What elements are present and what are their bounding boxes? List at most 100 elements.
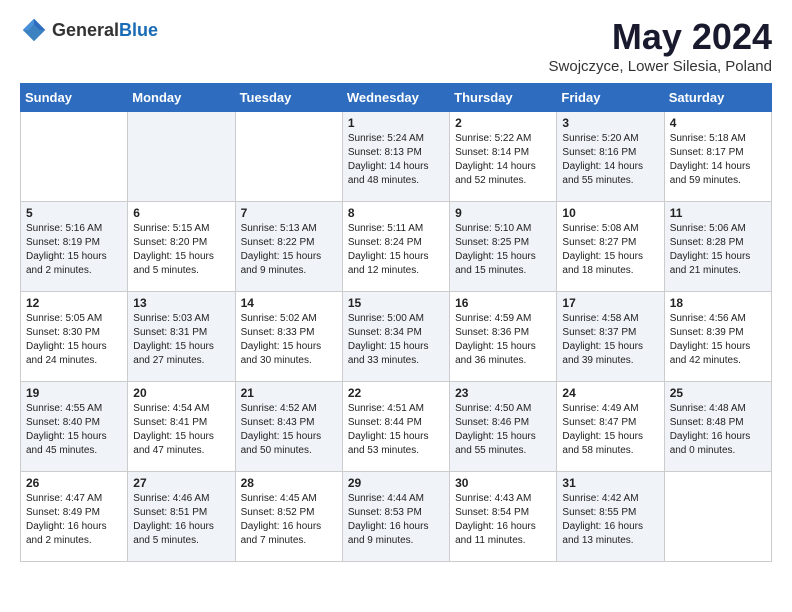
day-cell-3: 3 Sunrise: 5:20 AMSunset: 8:16 PMDaylight… — [557, 112, 664, 202]
day-info: Sunrise: 4:42 AMSunset: 8:55 PMDaylight:… — [562, 492, 658, 548]
col-header-saturday: Saturday — [664, 84, 771, 112]
day-number: 11 — [670, 206, 766, 220]
empty-cell — [235, 112, 342, 202]
daylight-hours: Daylight: 15 hours — [26, 251, 107, 262]
day-number: 18 — [670, 296, 766, 310]
day-info: Sunrise: 4:55 AMSunset: 8:40 PMDaylight:… — [26, 402, 122, 458]
day-number: 7 — [241, 206, 337, 220]
day-cell-24: 24 Sunrise: 4:49 AMSunset: 8:47 PMDayligh… — [557, 382, 664, 472]
col-header-friday: Friday — [557, 84, 664, 112]
day-info: Sunrise: 5:15 AMSunset: 8:20 PMDaylight:… — [133, 222, 229, 278]
day-cell-9: 9Sunrise: 5:10 AMSunset: 8:25 PMDaylight… — [450, 202, 557, 292]
day-info: Sunrise: 5:13 AMSunset: 8:22 PMDaylight:… — [241, 222, 337, 278]
day-number: 28 — [241, 476, 337, 490]
day-cell-23: 23Sunrise: 4:50 AMSunset: 8:46 PMDayligh… — [450, 382, 557, 472]
day-info: Sunrise: 4:49 AMSunset: 8:47 PMDaylight:… — [562, 402, 658, 458]
day-cell-22: 22 Sunrise: 4:51 AMSunset: 8:44 PMDayligh… — [342, 382, 449, 472]
day-cell-30: 30Sunrise: 4:43 AMSunset: 8:54 PMDayligh… — [450, 472, 557, 562]
daylight-hours: Daylight: 16 hours — [26, 521, 107, 532]
logo-general: General — [52, 20, 119, 40]
day-cell-31: 31 Sunrise: 4:42 AMSunset: 8:55 PMDayligh… — [557, 472, 664, 562]
day-cell-17: 17Sunrise: 4:58 AMSunset: 8:37 PMDayligh… — [557, 292, 664, 382]
week-row-3: 12Sunrise: 5:05 AMSunset: 8:30 PMDayligh… — [21, 292, 772, 382]
day-cell-20: 20 Sunrise: 4:54 AMSunset: 8:41 PMDayligh… — [128, 382, 235, 472]
day-number: 15 — [348, 296, 444, 310]
day-info: Sunrise: 5:03 AMSunset: 8:31 PMDaylight:… — [133, 312, 229, 368]
day-cell-7: 7 Sunrise: 5:13 AMSunset: 8:22 PMDaylight… — [235, 202, 342, 292]
daylight-hours: Daylight: 15 hours — [670, 251, 751, 262]
daylight-hours: Daylight: 16 hours — [670, 431, 751, 442]
day-number: 9 — [455, 206, 551, 220]
day-number: 12 — [26, 296, 122, 310]
daylight-hours: Daylight: 14 hours — [455, 161, 536, 172]
daylight-hours: Daylight: 15 hours — [455, 251, 536, 262]
daylight-hours: Daylight: 15 hours — [26, 341, 107, 352]
empty-cell — [21, 112, 128, 202]
day-info: Sunrise: 4:50 AMSunset: 8:46 PMDaylight:… — [455, 402, 551, 458]
daylight-hours: Daylight: 16 hours — [562, 521, 643, 532]
day-cell-19: 19 Sunrise: 4:55 AMSunset: 8:40 PMDayligh… — [21, 382, 128, 472]
day-cell-15: 15 Sunrise: 5:00 AMSunset: 8:34 PMDayligh… — [342, 292, 449, 382]
day-info: Sunrise: 4:54 AMSunset: 8:41 PMDaylight:… — [133, 402, 229, 458]
day-info: Sunrise: 4:52 AMSunset: 8:43 PMDaylight:… — [241, 402, 337, 458]
day-info: Sunrise: 4:51 AMSunset: 8:44 PMDaylight:… — [348, 402, 444, 458]
day-number: 3 — [562, 116, 658, 130]
day-info: Sunrise: 4:44 AMSunset: 8:53 PMDaylight:… — [348, 492, 444, 548]
daylight-hours: Daylight: 15 hours — [348, 251, 429, 262]
day-cell-29: 29 Sunrise: 4:44 AMSunset: 8:53 PMDayligh… — [342, 472, 449, 562]
daylight-hours: Daylight: 15 hours — [562, 431, 643, 442]
day-number: 6 — [133, 206, 229, 220]
logo-icon — [20, 16, 48, 44]
daylight-hours: Daylight: 16 hours — [133, 521, 214, 532]
daylight-hours: Daylight: 15 hours — [241, 431, 322, 442]
daylight-hours: Daylight: 15 hours — [455, 431, 536, 442]
daylight-hours: Daylight: 15 hours — [348, 341, 429, 352]
day-number: 17 — [562, 296, 658, 310]
day-number: 22 — [348, 386, 444, 400]
day-info: Sunrise: 5:24 AMSunset: 8:13 PMDaylight:… — [348, 132, 444, 188]
day-cell-12: 12Sunrise: 5:05 AMSunset: 8:30 PMDayligh… — [21, 292, 128, 382]
day-number: 31 — [562, 476, 658, 490]
day-info: Sunrise: 5:20 AMSunset: 8:16 PMDaylight:… — [562, 132, 658, 188]
day-number: 20 — [133, 386, 229, 400]
day-cell-2: 2Sunrise: 5:22 AMSunset: 8:14 PMDaylight… — [450, 112, 557, 202]
week-row-1: 1Sunrise: 5:24 AMSunset: 8:13 PMDaylight… — [21, 112, 772, 202]
week-row-5: 26Sunrise: 4:47 AMSunset: 8:49 PMDayligh… — [21, 472, 772, 562]
day-number: 27 — [133, 476, 229, 490]
day-number: 29 — [348, 476, 444, 490]
day-number: 19 — [26, 386, 122, 400]
daylight-hours: Daylight: 15 hours — [241, 251, 322, 262]
day-cell-8: 8Sunrise: 5:11 AMSunset: 8:24 PMDaylight… — [342, 202, 449, 292]
day-cell-13: 13Sunrise: 5:03 AMSunset: 8:31 PMDayligh… — [128, 292, 235, 382]
daylight-hours: Daylight: 15 hours — [670, 341, 751, 352]
day-cell-25: 25Sunrise: 4:48 AMSunset: 8:48 PMDayligh… — [664, 382, 771, 472]
logo: GeneralBlue — [20, 16, 158, 44]
subtitle: Swojczyce, Lower Silesia, Poland — [549, 58, 772, 75]
daylight-hours: Daylight: 15 hours — [348, 431, 429, 442]
page-header: GeneralBlue May 2024 Swojczyce, Lower Si… — [20, 16, 772, 75]
day-info: Sunrise: 4:47 AMSunset: 8:49 PMDaylight:… — [26, 492, 122, 548]
day-cell-5: 5Sunrise: 5:16 AMSunset: 8:19 PMDaylight… — [21, 202, 128, 292]
empty-cell — [128, 112, 235, 202]
day-number: 8 — [348, 206, 444, 220]
daylight-hours: Daylight: 15 hours — [241, 341, 322, 352]
day-info: Sunrise: 5:00 AMSunset: 8:34 PMDaylight:… — [348, 312, 444, 368]
daylight-hours: Daylight: 16 hours — [455, 521, 536, 532]
col-header-monday: Monday — [128, 84, 235, 112]
daylight-hours: Daylight: 15 hours — [26, 431, 107, 442]
day-info: Sunrise: 5:02 AMSunset: 8:33 PMDaylight:… — [241, 312, 337, 368]
main-title: May 2024 — [549, 16, 772, 58]
day-cell-16: 16Sunrise: 4:59 AMSunset: 8:36 PMDayligh… — [450, 292, 557, 382]
day-info: Sunrise: 4:45 AMSunset: 8:52 PMDaylight:… — [241, 492, 337, 548]
daylight-hours: Daylight: 15 hours — [133, 251, 214, 262]
day-info: Sunrise: 5:22 AMSunset: 8:14 PMDaylight:… — [455, 132, 551, 188]
calendar-header-row: SundayMondayTuesdayWednesdayThursdayFrid… — [21, 84, 772, 112]
day-number: 24 — [562, 386, 658, 400]
title-block: May 2024 Swojczyce, Lower Silesia, Polan… — [549, 16, 772, 75]
calendar-table: SundayMondayTuesdayWednesdayThursdayFrid… — [20, 83, 772, 562]
col-header-wednesday: Wednesday — [342, 84, 449, 112]
day-info: Sunrise: 4:46 AMSunset: 8:51 PMDaylight:… — [133, 492, 229, 548]
daylight-hours: Daylight: 15 hours — [562, 251, 643, 262]
daylight-hours: Daylight: 15 hours — [455, 341, 536, 352]
day-cell-28: 28 Sunrise: 4:45 AMSunset: 8:52 PMDayligh… — [235, 472, 342, 562]
